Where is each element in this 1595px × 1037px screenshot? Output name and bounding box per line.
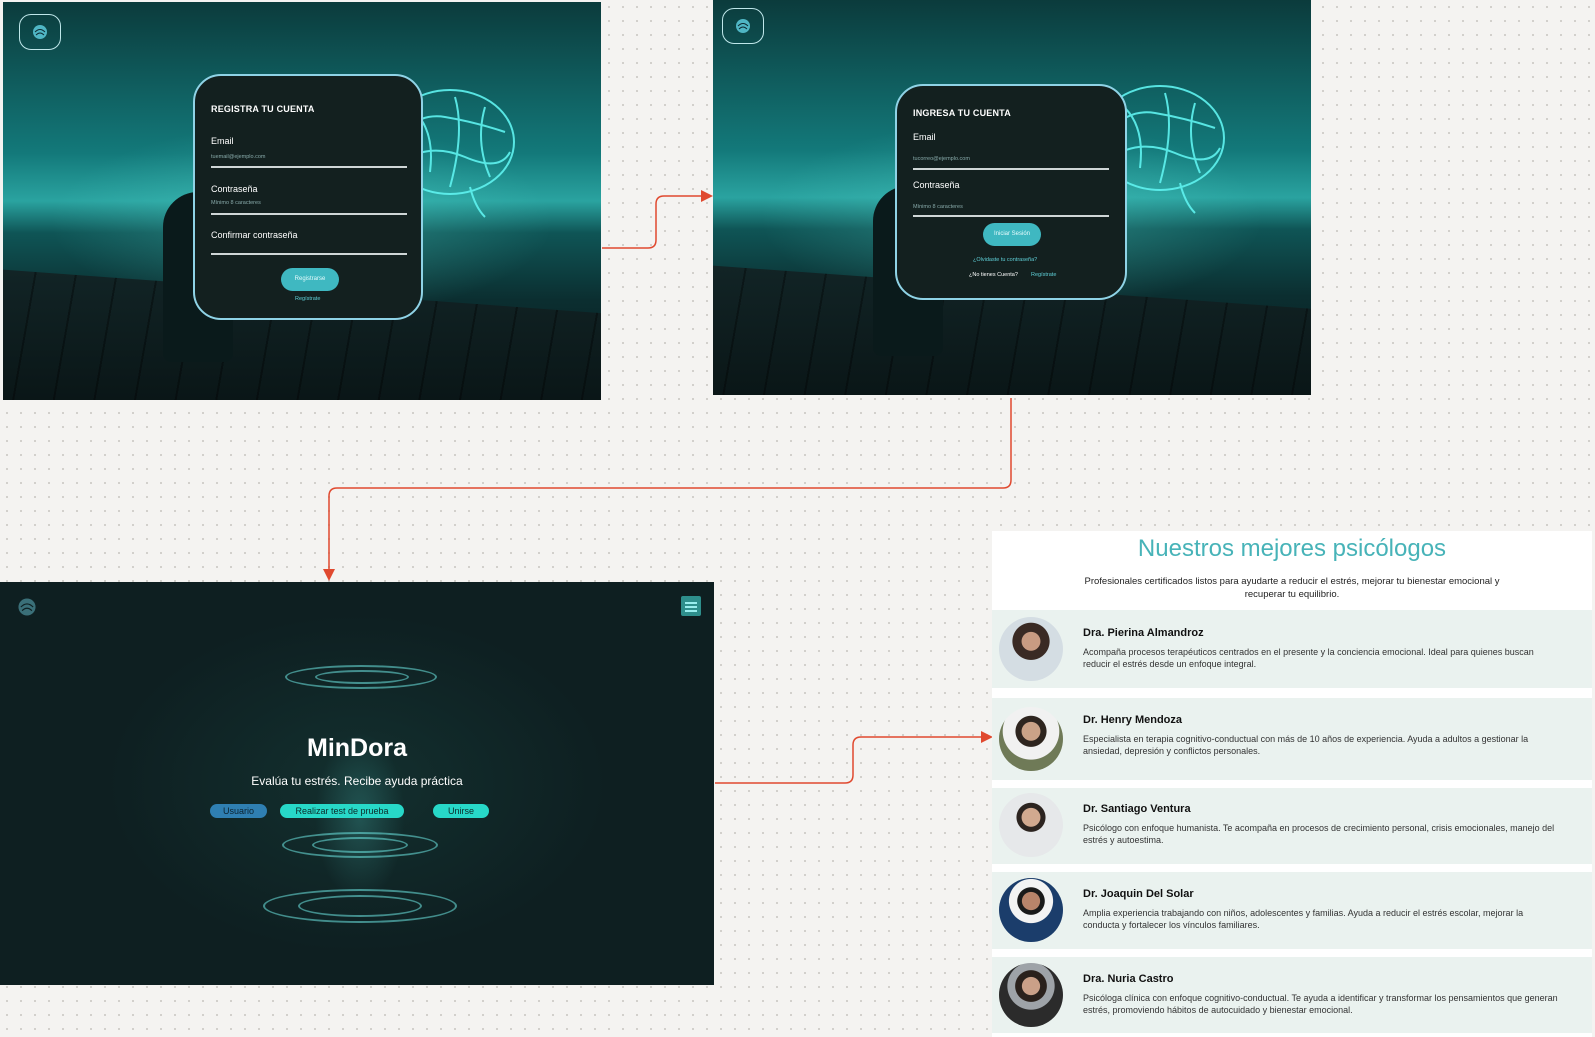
description-line: reducir el estrés desde un enfoque integ… <box>1083 659 1257 669</box>
logo-brain-icon <box>33 25 47 39</box>
register-card: REGISTRA TU CUENTA Email tuemail@ejemplo… <box>193 74 423 320</box>
password-label: Contraseña <box>211 184 258 194</box>
psychologist-name: Dra. Nuria Castro <box>1083 973 1174 985</box>
password-input[interactable]: Mínimo 8 caracteres <box>913 204 963 210</box>
email-underline <box>211 166 407 168</box>
psychologist-name: Dr. Henry Mendoza <box>1083 714 1183 726</box>
menu-icon[interactable] <box>681 596 701 616</box>
avatar <box>999 963 1063 1027</box>
password-input[interactable]: Mínimo 8 caracteres <box>211 200 261 206</box>
description-line: Psicólogo con enfoque humanista. Te acom… <box>1083 823 1555 833</box>
holo-ring <box>312 837 408 853</box>
register-button[interactable]: Registrarse <box>281 268 339 291</box>
avatar <box>999 878 1063 942</box>
confirm-password-label: Confirmar contraseña <box>211 230 298 240</box>
description-line: estrés y autoestima. <box>1083 835 1164 845</box>
no-account-text: ¿No tienes Cuenta? <box>969 272 1018 278</box>
subtitle-line: recuperar tu equilibrio. <box>1244 589 1340 600</box>
psychologist-card[interactable]: Dr. Joaquin Del Solar Amplia experiencia… <box>992 872 1592 949</box>
arrow-hero-to-psychologists <box>715 731 993 784</box>
logo-brain-icon <box>736 19 750 33</box>
psychologist-name: Dr. Joaquin Del Solar <box>1083 888 1194 900</box>
arrow-register-to-login <box>602 190 713 249</box>
psychologists-subtitle: Profesionales certificados listos para a… <box>1042 575 1542 601</box>
holo-ring <box>315 670 409 684</box>
psychologist-name: Dr. Santiago Ventura <box>1083 803 1191 815</box>
password-underline <box>913 215 1109 217</box>
psychologist-card[interactable]: Dra. Nuria Castro Psicóloga clínica con … <box>992 957 1592 1033</box>
psychologist-description: Psicólogo con enfoque humanista. Te acom… <box>1083 822 1554 846</box>
signup-link[interactable]: Regístrate <box>1031 272 1056 278</box>
description-line: Acompaña procesos terapéuticos centrados… <box>1083 647 1534 657</box>
login-title: INGRESA TU CUENTA <box>913 108 1011 118</box>
psychologist-card[interactable]: Dr. Henry Mendoza Especialista en terapi… <box>992 698 1592 780</box>
psychologist-card[interactable]: Dra. Pierina Almandroz Acompaña procesos… <box>992 610 1592 688</box>
description-line: Amplia experiencia trabajando con niños,… <box>1083 908 1524 918</box>
logo-badge[interactable] <box>722 8 764 44</box>
description-line: conducta y fortalecer los vínculos famil… <box>1083 920 1260 930</box>
description-line: Psicóloga clínica con enfoque cognitivo-… <box>1083 993 1558 1003</box>
psychologist-name: Dra. Pierina Almandroz <box>1083 627 1204 639</box>
subtitle-line: Profesionales certificados listos para a… <box>1084 576 1500 587</box>
register-link[interactable]: Regístrate <box>295 296 320 302</box>
hero-subtitle: Evalúa tu estrés. Recibe ayuda práctica <box>251 774 463 788</box>
email-input[interactable]: tuemail@ejemplo.com <box>211 154 266 160</box>
logo-badge[interactable] <box>19 14 61 50</box>
home-screen: MinDora Evalúa tu estrés. Recibe ayuda p… <box>0 582 714 985</box>
avatar <box>999 793 1063 857</box>
psychologist-card[interactable]: Dr. Santiago Ventura Psicólogo con enfoq… <box>992 788 1592 864</box>
psychologists-title: Nuestros mejores psicólogos <box>1137 535 1447 562</box>
forgot-password-link[interactable]: ¿Olvidaste tu contraseña? <box>973 257 1037 263</box>
register-screen: REGISTRA TU CUENTA Email tuemail@ejemplo… <box>3 2 601 400</box>
login-screen: INGRESA TU CUENTA Email tucorreo@ejemplo… <box>713 0 1311 395</box>
psychologists-screen: Nuestros mejores psicólogos Profesionale… <box>992 531 1592 1037</box>
join-button[interactable]: Unirse <box>433 804 489 818</box>
email-label: Email <box>913 132 936 142</box>
holo-ring <box>298 895 422 917</box>
psychologist-description: Amplia experiencia trabajando con niños,… <box>1083 907 1523 931</box>
avatar <box>999 707 1063 771</box>
email-input[interactable]: tucorreo@ejemplo.com <box>913 156 970 162</box>
description-line: ansiedad, depresión y conflictos persona… <box>1083 746 1261 756</box>
test-button[interactable]: Realizar test de prueba <box>280 804 404 818</box>
arrow-login-to-hero <box>323 398 1012 581</box>
hero-title: MinDora <box>307 734 407 762</box>
logo-icon[interactable] <box>14 594 40 620</box>
login-card: INGRESA TU CUENTA Email tucorreo@ejemplo… <box>895 84 1127 300</box>
psychologist-description: Acompaña procesos terapéuticos centrados… <box>1083 646 1534 670</box>
psychologist-description: Psicóloga clínica con enfoque cognitivo-… <box>1083 992 1558 1016</box>
login-button[interactable]: Iniciar Sesión <box>983 223 1041 246</box>
confirm-password-input[interactable] <box>211 253 407 255</box>
description-line: Especialista en terapia cognitivo-conduc… <box>1083 734 1529 744</box>
register-title: REGISTRA TU CUENTA <box>211 104 315 114</box>
avatar <box>999 617 1063 681</box>
email-label: Email <box>211 136 234 146</box>
password-label: Contraseña <box>913 180 960 190</box>
email-underline <box>913 168 1109 170</box>
logo-brain-icon <box>18 598 36 616</box>
user-button[interactable]: Usuario <box>210 804 267 818</box>
description-line: estrés, promoviendo hábitos de autocuida… <box>1083 1005 1353 1015</box>
psychologist-description: Especialista en terapia cognitivo-conduc… <box>1083 733 1528 757</box>
password-underline <box>211 213 407 215</box>
